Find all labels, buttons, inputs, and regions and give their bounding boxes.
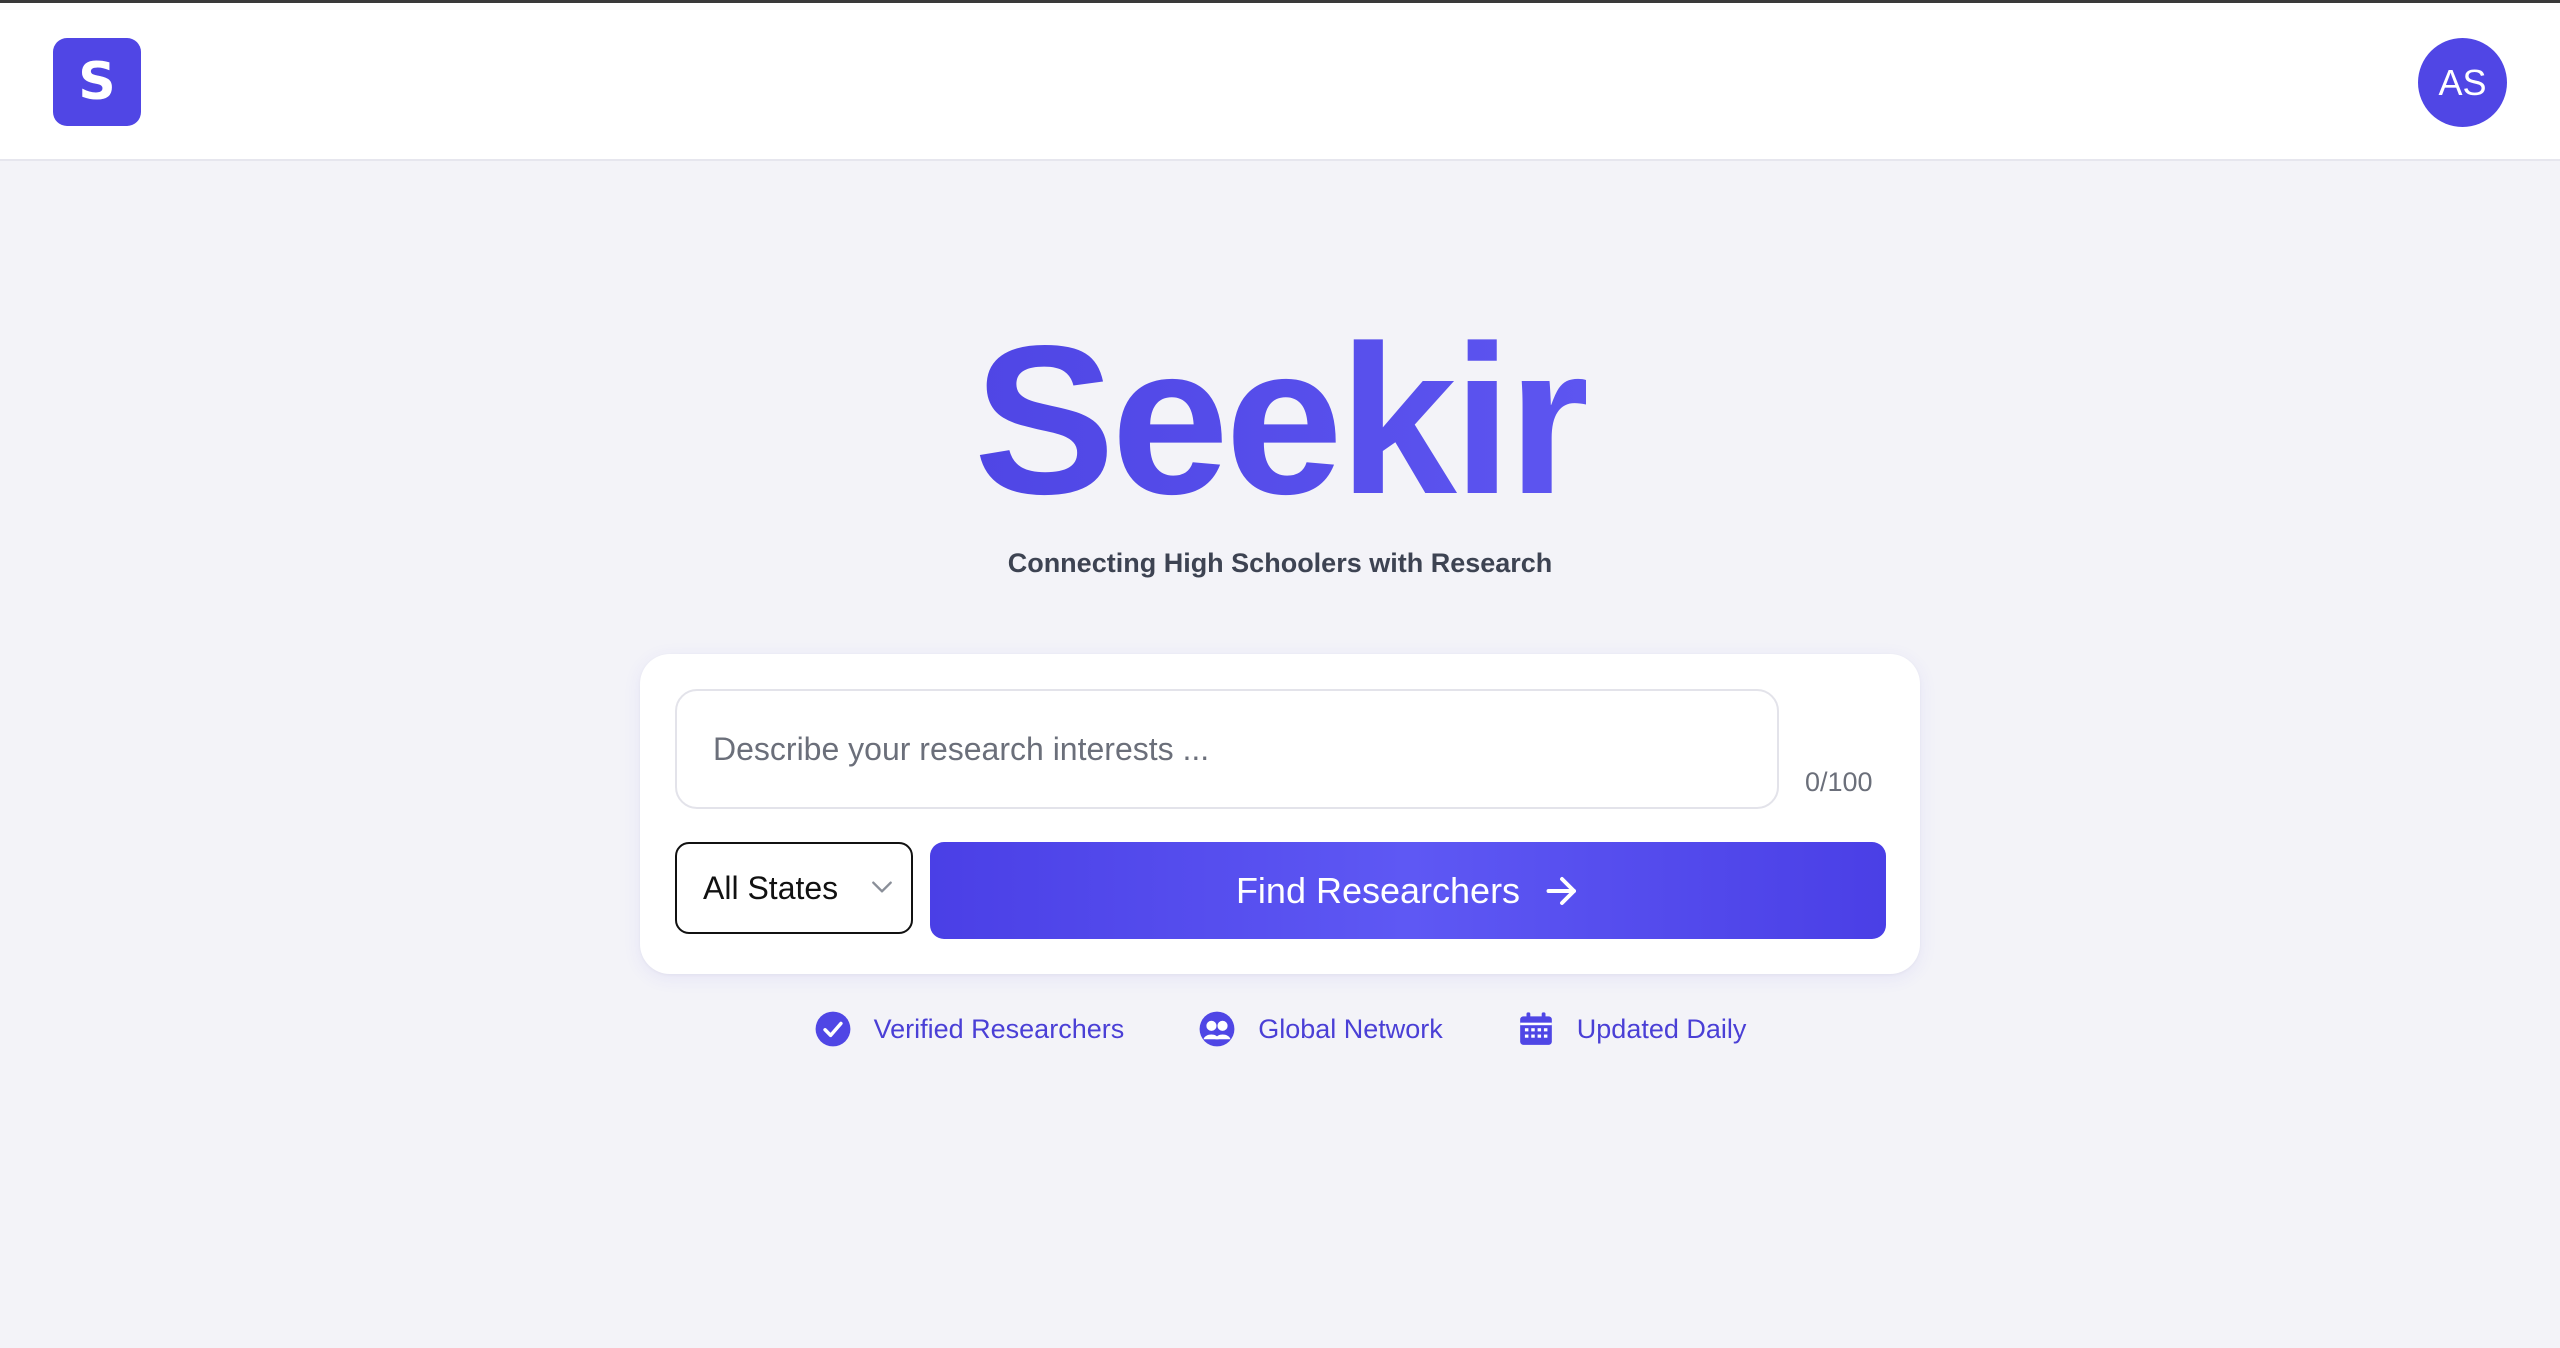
feature-list: Verified Researchers Global Network Upda…	[0, 1010, 2560, 1048]
arrow-right-icon	[1546, 876, 1577, 905]
hero-title: Seekir	[0, 300, 2560, 540]
feature-global-network: Global Network	[1198, 1010, 1443, 1048]
calendar-icon	[1519, 1012, 1552, 1045]
state-select[interactable]: All States	[675, 842, 913, 934]
feature-label: Updated Daily	[1576, 1013, 1747, 1044]
top-navbar: S AS	[0, 3, 2560, 161]
find-researchers-button[interactable]: Find Researchers	[930, 842, 1886, 939]
find-researchers-label: Find Researchers	[1235, 869, 1521, 911]
check-circle-icon	[815, 1011, 851, 1047]
search-card: 0/100 All States Find Researchers	[640, 654, 1920, 974]
research-interests-input[interactable]	[675, 689, 1779, 809]
character-counter: 0/100	[1805, 767, 1873, 797]
user-avatar[interactable]: AS	[2418, 38, 2507, 127]
app-logo[interactable]: S	[53, 38, 141, 126]
hero-title-text: Seekir	[973, 301, 1591, 538]
chevron-down-icon	[872, 881, 892, 893]
feature-label: Verified Researchers	[873, 1013, 1125, 1044]
people-icon	[1199, 1011, 1235, 1047]
hero-subtitle: Connecting High Schoolers with Research	[1007, 548, 1553, 578]
feature-verified-researchers: Verified Researchers	[814, 1010, 1125, 1048]
feature-label: Global Network	[1258, 1013, 1443, 1044]
state-select-value: All States	[703, 869, 839, 906]
feature-updated-daily: Updated Daily	[1517, 1010, 1747, 1048]
